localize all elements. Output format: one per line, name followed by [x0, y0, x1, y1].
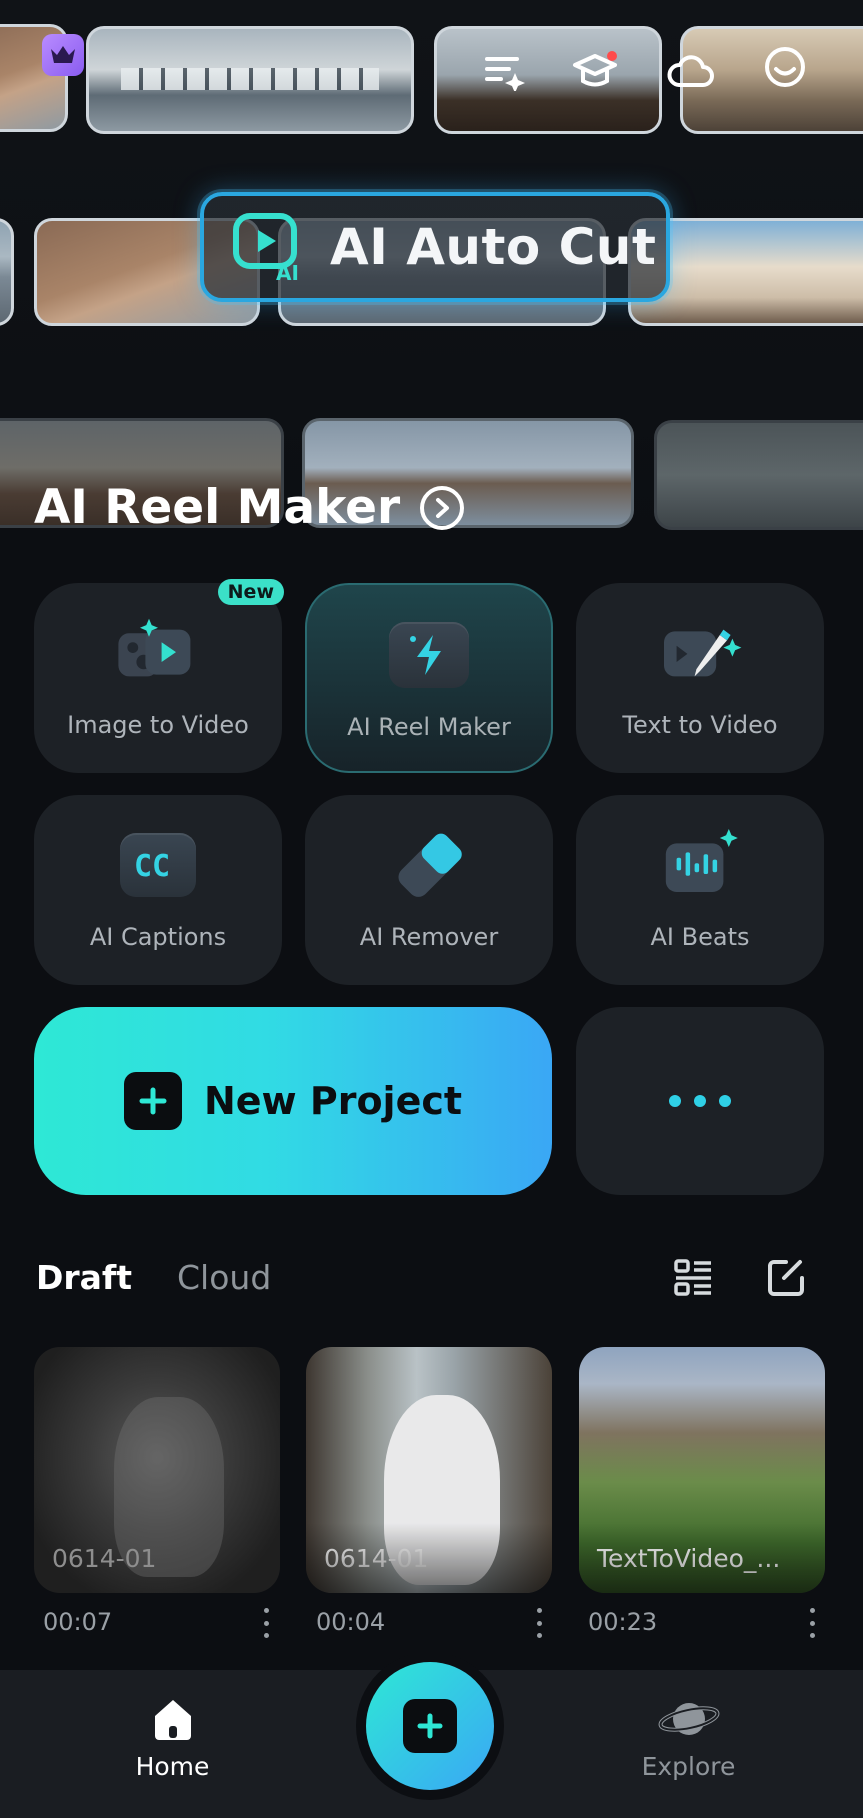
ai-auto-cut-label: AI Auto Cut [330, 218, 657, 276]
tab-draft[interactable]: Draft [36, 1258, 132, 1297]
cloud-icon [664, 44, 718, 98]
draft-name: 0614-01 [324, 1544, 429, 1573]
new-project-button[interactable]: New Project [34, 1007, 552, 1195]
svg-text:AI: AI [276, 261, 299, 282]
draft-duration: 00:04 [316, 1608, 386, 1636]
cc-icon: CC [113, 825, 203, 905]
image-to-video-icon [113, 613, 203, 693]
feature-label: Text to Video [622, 711, 778, 739]
create-fab-button[interactable] [366, 1662, 494, 1790]
graduation-cap-icon [568, 44, 622, 98]
crown-icon[interactable] [42, 34, 84, 76]
ai-auto-cut-banner[interactable]: AI AI Auto Cut [200, 192, 670, 302]
feature-text-to-video[interactable]: Text to Video [576, 583, 824, 773]
ai-play-icon: AI [233, 213, 299, 282]
list-view-icon[interactable] [674, 1258, 714, 1298]
feature-ai-beats[interactable]: AI Beats [576, 795, 824, 985]
hero-thumbnail [86, 26, 414, 134]
nav-home[interactable]: Home [110, 1696, 235, 1796]
dot [694, 1095, 706, 1107]
new-project-label: New Project [203, 1079, 463, 1123]
nav-explore[interactable]: Explore [626, 1696, 751, 1796]
tab-cloud[interactable]: Cloud [177, 1258, 271, 1297]
feature-label: AI Captions [89, 923, 227, 951]
draft-duration: 00:23 [588, 1608, 658, 1636]
nav-home-label: Home [135, 1752, 210, 1781]
feature-label: Image to Video [67, 711, 249, 739]
hero-title: AI Reel Maker [34, 480, 401, 535]
draft-duration: 00:07 [43, 1608, 113, 1636]
dot [669, 1095, 681, 1107]
planet-icon [658, 1703, 719, 1735]
draft-name: 0614-01 [52, 1544, 157, 1573]
sparkle-lines-icon [478, 44, 532, 98]
hero-thumbnail [434, 26, 662, 134]
hero-title-link[interactable]: AI Reel Maker [34, 480, 465, 535]
more-tools-button[interactable] [576, 1007, 824, 1195]
feature-label: AI Reel Maker [347, 713, 511, 741]
draft-more-icon[interactable] [261, 1608, 271, 1638]
hero-thumbnail [654, 420, 863, 530]
chevron-right-circle-icon [420, 485, 465, 530]
draft-thumbnail[interactable]: 0614-01 [306, 1347, 552, 1593]
plus-icon [403, 1699, 457, 1753]
feature-ai-captions[interactable]: CC AI Captions [34, 795, 282, 985]
draft-thumbnail[interactable]: 0614-01 [34, 1347, 280, 1593]
eraser-icon [384, 825, 474, 905]
feature-label: AI Remover [359, 923, 499, 951]
hero-thumbnail [0, 218, 14, 326]
feature-ai-reel-maker[interactable]: AI Reel Maker [305, 583, 553, 773]
home-icon [154, 1700, 191, 1740]
pencil-sparkle-icon [655, 613, 745, 693]
draft-more-icon[interactable] [534, 1608, 544, 1638]
feature-image-to-video[interactable]: Image to Video New [34, 579, 284, 773]
feature-ai-remover[interactable]: AI Remover [305, 795, 553, 985]
edit-icon[interactable] [766, 1258, 806, 1298]
feature-label: AI Beats [650, 923, 750, 951]
draft-more-icon[interactable] [807, 1608, 817, 1638]
smiley-icon [758, 40, 812, 94]
svg-text:CC: CC [134, 849, 170, 882]
plus-icon [123, 1072, 182, 1130]
draft-name: TextToVideo_... [597, 1544, 781, 1573]
dot [719, 1095, 731, 1107]
draft-thumbnail[interactable]: TextToVideo_... [579, 1347, 825, 1593]
hero-banner[interactable]: AI AI Auto Cut AI Reel Maker [0, 0, 863, 560]
beats-icon [655, 825, 745, 905]
nav-explore-label: Explore [641, 1752, 736, 1781]
lightning-icon [384, 615, 474, 695]
new-badge: New [217, 579, 284, 605]
